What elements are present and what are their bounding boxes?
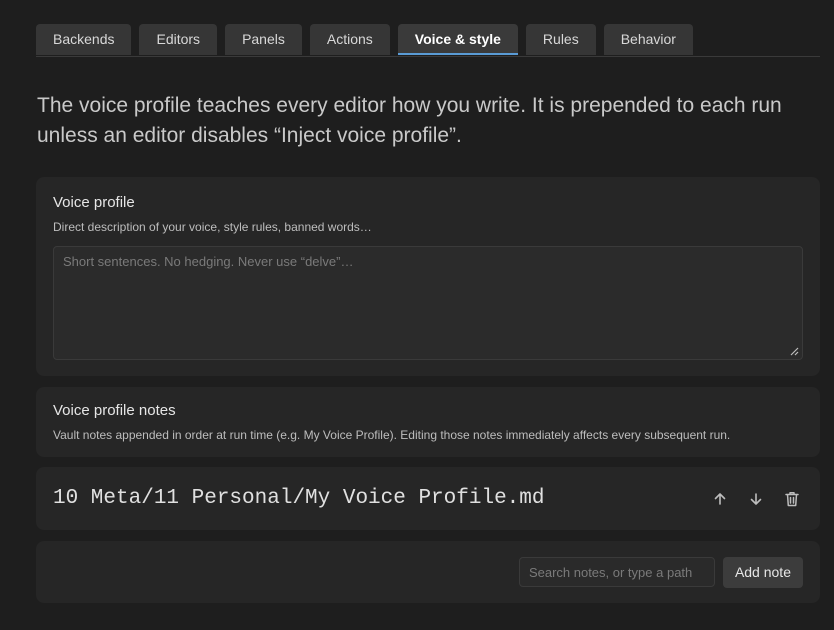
trash-icon — [785, 491, 799, 506]
tab-panels[interactable]: Panels — [225, 24, 302, 55]
note-actions — [709, 488, 803, 510]
voice-profile-section: Voice profile Direct description of your… — [36, 177, 820, 376]
note-path: 10 Meta/11 Personal/My Voice Profile.md — [53, 487, 545, 510]
voice-notes-section: Voice profile notes Vault notes appended… — [36, 387, 820, 457]
voice-note-item: 10 Meta/11 Personal/My Voice Profile.md — [36, 467, 820, 530]
tab-actions[interactable]: Actions — [309, 24, 390, 55]
add-note-section: Add note — [36, 541, 820, 603]
move-down-button[interactable] — [745, 488, 767, 510]
tab-voice-style[interactable]: Voice & style — [397, 24, 518, 55]
tab-behavior[interactable]: Behavior — [603, 24, 693, 55]
tab-backends[interactable]: Backends — [36, 24, 132, 55]
note-search-input[interactable] — [518, 557, 715, 587]
settings-tab-bar: Backends Editors Panels Actions Voice & … — [36, 24, 820, 57]
move-up-button[interactable] — [709, 488, 731, 510]
tab-rules[interactable]: Rules — [525, 24, 596, 55]
arrow-down-icon — [750, 492, 762, 505]
voice-profile-description: Direct description of your voice, style … — [53, 220, 372, 234]
voice-profile-textarea[interactable]: Short sentences. No hedging. Never use “… — [53, 246, 803, 360]
delete-note-button[interactable] — [781, 488, 803, 510]
resize-handle-icon[interactable] — [790, 347, 799, 356]
voice-profile-placeholder: Short sentences. No hedging. Never use “… — [63, 254, 354, 269]
add-note-button[interactable]: Add note — [722, 556, 803, 588]
tab-editors[interactable]: Editors — [139, 24, 218, 55]
intro-text: The voice profile teaches every editor h… — [37, 94, 782, 147]
arrow-up-icon — [714, 492, 726, 505]
voice-notes-title: Voice profile notes — [53, 402, 176, 419]
voice-notes-description: Vault notes appended in order at run tim… — [53, 428, 731, 442]
voice-profile-title: Voice profile — [53, 194, 135, 211]
